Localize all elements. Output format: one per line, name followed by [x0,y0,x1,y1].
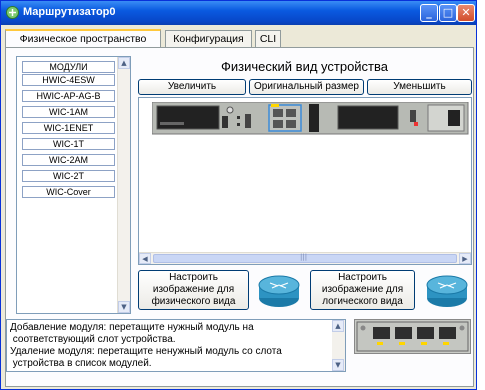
list-item[interactable]: HWIC-4ESW [22,74,115,86]
module-thumbnail [354,319,471,354]
window-title: Маршрутизатор0 [23,6,116,18]
scroll-up-arrow-icon[interactable]: ▲ [118,57,130,69]
instructions-text: Добавление модуля: перетащите нужный мод… [10,322,330,370]
title-bar[interactable]: Маршрутизатор0 _ □ ✕ [1,1,476,25]
scroll-down-arrow-icon[interactable]: ▼ [332,359,344,371]
list-item[interactable]: WIC-1AM [22,106,115,118]
list-item[interactable]: HWIC-AP-AG-B [22,90,115,102]
original-size-button[interactable]: Оригинальный размер [249,79,364,95]
tab-cli[interactable]: CLI [255,30,281,47]
router-icon [6,6,19,19]
instructions-scrollbar[interactable]: ▲ ▼ [332,320,345,371]
router-chassis-image[interactable] [152,102,472,136]
module-list-header: МОДУЛИ [22,61,115,73]
module-list[interactable]: МОДУЛИ HWIC-4ESW HWIC-AP-AG-B WIC-1AM WI… [16,56,131,314]
instruction-line: Добавление модуля: перетащите нужный мод… [10,322,254,333]
scroll-right-arrow-icon[interactable]: ▶ [459,253,471,264]
device-physical-view[interactable]: ◀ ||| ▶ [138,97,472,265]
zoom-out-button[interactable]: Уменьшить [367,79,472,95]
instruction-line: Удаление модуля: перетащите ненужный мод… [10,346,282,357]
instructions-box[interactable]: Добавление модуля: перетащите нужный мод… [6,319,346,372]
minimize-button[interactable]: _ [420,4,438,22]
list-item[interactable]: WIC-1T [22,138,115,150]
device-view-hscrollbar[interactable]: ◀ ||| ▶ [139,252,471,264]
list-item[interactable]: WIC-1ENET [22,122,115,134]
maximize-button[interactable]: □ [439,4,457,22]
list-item[interactable]: WIC-2T [22,170,115,182]
hscroll-thumb[interactable]: ||| [153,253,457,263]
scroll-up-arrow-icon[interactable]: ▲ [332,320,344,332]
close-button[interactable]: ✕ [457,4,475,22]
zoom-in-button[interactable]: Увеличить [138,79,246,95]
instruction-line: соответствующий слот устройства. [10,334,176,345]
list-item[interactable]: WIC-Cover [22,186,115,198]
tab-config[interactable]: Конфигурация [165,30,252,47]
customize-physical-button[interactable]: Настроить изображение для физического ви… [138,270,249,310]
module-list-scrollbar[interactable]: ▲ ▼ [117,57,130,313]
router-window: Маршрутизатор0 _ □ ✕ Физическое простран… [0,0,477,390]
scroll-down-arrow-icon[interactable]: ▼ [118,301,130,313]
scroll-left-arrow-icon[interactable]: ◀ [139,253,151,264]
tab-physical[interactable]: Физическое пространство [5,29,161,48]
router-3d-icon [426,275,468,307]
customize-logical-button[interactable]: Настроить изображение для логического ви… [310,270,415,310]
device-view-title: Физический вид устройства [220,59,389,74]
list-item[interactable]: WIC-2AM [22,154,115,166]
instruction-line: устройства в список модулей. [10,358,152,369]
router-3d-icon [258,275,300,307]
scroll-grip: ||| [300,253,308,261]
hwic-4esw-module-image [356,321,469,352]
